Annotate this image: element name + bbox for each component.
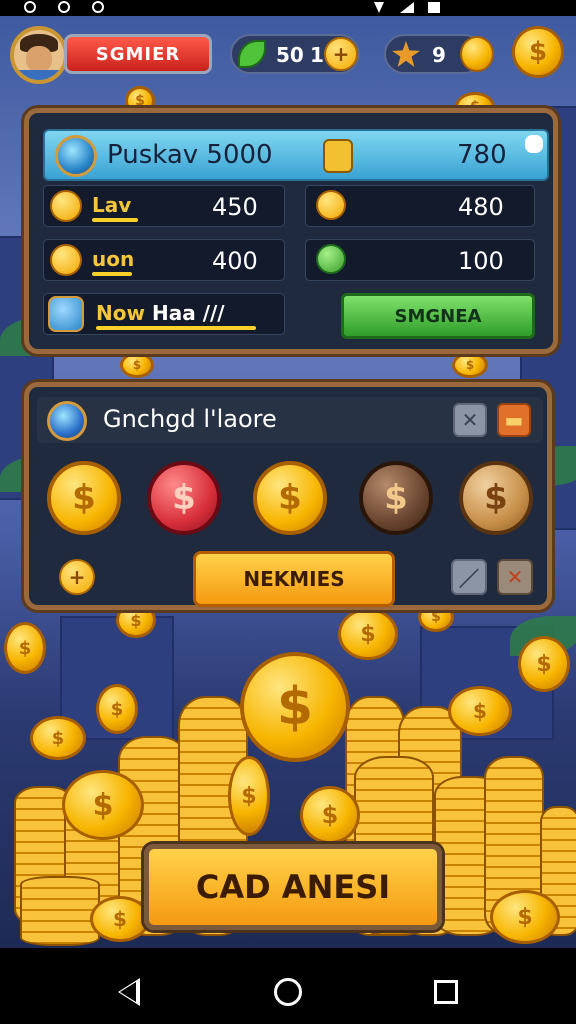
navigation-bar bbox=[0, 948, 576, 1024]
recents-icon[interactable] bbox=[434, 980, 458, 1004]
coin-icon bbox=[50, 190, 82, 222]
coin-decoration: $ bbox=[228, 756, 270, 836]
status-circle-icon bbox=[92, 1, 104, 13]
shop-panel-title: Gnchgd l'laore bbox=[103, 405, 277, 433]
coin-icon bbox=[50, 244, 82, 276]
gem-second-value: 1 bbox=[310, 43, 324, 67]
coin-decoration: $ bbox=[120, 352, 154, 378]
header-value: 780 bbox=[457, 140, 507, 170]
globe-icon bbox=[55, 135, 97, 177]
badge-icon bbox=[323, 139, 353, 173]
coin-red-option[interactable]: $ bbox=[147, 461, 221, 535]
coin-decoration: $ bbox=[30, 716, 86, 760]
coin-shop-button[interactable]: $ bbox=[512, 26, 564, 78]
puzzle-icon[interactable] bbox=[525, 135, 543, 153]
stat-row: Lav 450 bbox=[43, 185, 285, 227]
coin-icon bbox=[460, 36, 494, 72]
big-coin-decoration: $ bbox=[240, 652, 350, 762]
stat-bar bbox=[92, 272, 132, 276]
coin-decoration: $ bbox=[338, 608, 398, 660]
coin-gold-option[interactable]: $ bbox=[47, 461, 121, 535]
wifi-icon bbox=[374, 2, 384, 13]
tools-icon[interactable]: ✕ bbox=[497, 559, 533, 595]
coin-stack bbox=[20, 876, 100, 946]
stat-value: 450 bbox=[212, 193, 258, 221]
star-icon bbox=[392, 41, 420, 67]
nekmies-button[interactable]: NEKMIES bbox=[193, 551, 395, 607]
status-circle-icon bbox=[58, 1, 70, 13]
edit-icon[interactable]: ／ bbox=[451, 559, 487, 595]
avatar[interactable] bbox=[10, 26, 68, 84]
plane-icon bbox=[48, 296, 84, 332]
stat-bar bbox=[92, 218, 138, 222]
status-circle-icon bbox=[24, 1, 36, 13]
coin-bronze-option[interactable]: $ bbox=[359, 461, 433, 535]
coin-decoration: $ bbox=[62, 770, 144, 840]
stat-row: 480 bbox=[305, 185, 535, 227]
coin-decoration: $ bbox=[452, 352, 488, 378]
action-button[interactable]: SMGNEA bbox=[341, 293, 535, 339]
stat-label: Lav bbox=[92, 193, 132, 217]
add-gems-button[interactable]: + bbox=[324, 37, 358, 71]
coin-icon bbox=[316, 190, 346, 220]
status-bar bbox=[0, 0, 576, 16]
coin-decoration: $ bbox=[518, 636, 570, 692]
gem-value: 50 bbox=[276, 43, 304, 67]
stat-bar bbox=[96, 326, 256, 330]
coin-decoration: $ bbox=[96, 684, 138, 734]
stat-value: 480 bbox=[458, 193, 504, 221]
shop-panel: Gnchgd l'laore ✕ ▬ $ $ $ $ $ + NEKMIES ／… bbox=[24, 382, 552, 610]
stat-row: Now Haa /// bbox=[43, 293, 285, 335]
add-button[interactable]: + bbox=[59, 559, 95, 595]
top-bar: SGMIER 50 1 + 9 $ bbox=[0, 20, 576, 88]
coin-decoration: $ bbox=[490, 890, 560, 944]
chat-icon[interactable]: ▬ bbox=[497, 403, 531, 437]
cta-button[interactable]: CAD ANESI bbox=[144, 844, 442, 930]
coin-decoration: $ bbox=[300, 786, 360, 844]
stats-panel-header: Puskav 5000 780 bbox=[43, 129, 549, 181]
coin-copper-option[interactable]: $ bbox=[459, 461, 533, 535]
stat-value: 100 bbox=[458, 247, 504, 275]
star-value: 9 bbox=[432, 43, 446, 67]
coin-decoration: $ bbox=[90, 896, 150, 942]
stats-panel: Puskav 5000 780 Lav 450 480 uon 400 100 … bbox=[24, 108, 558, 354]
coin-decoration: $ bbox=[448, 686, 512, 736]
stats-panel-title: Puskav 5000 bbox=[107, 140, 273, 170]
close-icon[interactable]: ✕ bbox=[453, 403, 487, 437]
stat-label: uon bbox=[92, 247, 135, 271]
gem-icon bbox=[316, 244, 346, 274]
signal-icon bbox=[400, 2, 414, 13]
battery-icon bbox=[428, 2, 440, 13]
compass-icon bbox=[47, 401, 87, 441]
stat-value: 400 bbox=[212, 247, 258, 275]
coin-gold-option[interactable]: $ bbox=[253, 461, 327, 535]
stat-extra: Haa /// bbox=[152, 301, 225, 325]
stat-label: Now bbox=[96, 301, 145, 325]
home-icon[interactable] bbox=[274, 978, 302, 1006]
leaf-gem-icon bbox=[238, 40, 266, 68]
stat-row: uon 400 bbox=[43, 239, 285, 281]
coin-decoration: $ bbox=[4, 622, 46, 674]
shop-panel-header: Gnchgd l'laore ✕ ▬ bbox=[37, 397, 543, 443]
player-name-badge[interactable]: SGMIER bbox=[64, 34, 212, 74]
stat-row: 100 bbox=[305, 239, 535, 281]
